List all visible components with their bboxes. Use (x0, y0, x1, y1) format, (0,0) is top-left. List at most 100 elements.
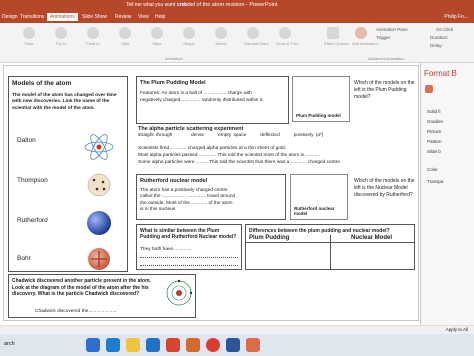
window-title: model of the atom revision - PowerPoint (180, 2, 278, 8)
answer-line[interactable] (140, 265, 238, 266)
answer-line[interactable] (140, 257, 238, 258)
rutherford-heading: Rutherford nuclear model (140, 178, 208, 184)
wipe-icon (151, 27, 163, 39)
float-in-icon (87, 27, 99, 39)
animation-split[interactable]: Split (116, 27, 134, 46)
scientist-rutherford: Rutherford (17, 217, 48, 224)
models-intro: The model of the atom has changed over t… (12, 93, 117, 111)
atom-models-images (84, 134, 114, 270)
plum-heading: The Plum Pudding Model (140, 80, 206, 86)
office-icon[interactable] (166, 338, 180, 352)
tab-animations[interactable]: Animations (47, 13, 78, 21)
tab-help[interactable]: Help (155, 14, 165, 20)
solid-sphere-icon (87, 211, 111, 235)
animation-pane-button[interactable]: Animation Pane (376, 27, 408, 32)
tab-design[interactable]: Design (2, 14, 18, 20)
plum-pudding-icon (87, 173, 111, 197)
powerpoint-icon[interactable] (186, 338, 200, 352)
taskbar-search[interactable]: arch (4, 341, 15, 347)
animation-group-label: Animation (165, 56, 183, 61)
animation-float-in[interactable]: Float In (84, 27, 102, 46)
split-icon (119, 27, 131, 39)
task-view-icon[interactable] (86, 338, 100, 352)
models-box[interactable]: Models of the atom The model of the atom… (8, 76, 128, 272)
wheel-icon (215, 27, 227, 39)
bohr-model-icon (88, 248, 110, 270)
animation-random-bars[interactable]: Random Bars (244, 27, 268, 46)
plum-pudding-box[interactable]: The Plum Pudding Model Features: An atom… (136, 76, 289, 124)
status-bar: Apply to All (0, 325, 474, 334)
paint-bucket-icon[interactable] (425, 85, 433, 93)
chrome-icon[interactable] (206, 338, 220, 352)
plum-line-1: Features: An atom is a ball of .........… (140, 91, 252, 96)
trigger-button[interactable]: Trigger (376, 35, 390, 40)
animation-wipe[interactable]: Wipe (148, 27, 166, 46)
format-background-pane[interactable]: Format B Solid fi Gradien Picture Patter… (420, 63, 474, 325)
chadwick-box[interactable]: Chadwick discovered another particle pre… (8, 274, 196, 318)
tell-me-search[interactable]: Tell me what you want to do (126, 2, 188, 8)
effect-options-button[interactable]: Effect Options (324, 27, 349, 46)
similar-box[interactable]: What is similar between the Plum Pudding… (136, 224, 242, 270)
store-icon[interactable] (146, 338, 160, 352)
scientist-bohr: Bohr (17, 255, 31, 262)
option-solid-fill[interactable]: Solid fi (427, 109, 441, 114)
models-heading: Models of the atom (12, 80, 72, 87)
animation-wheel[interactable]: Wheel (212, 27, 230, 46)
animation-shape[interactable]: Shape (180, 27, 198, 46)
scientist-dalton: Dalton (17, 137, 36, 144)
alpha-line-2: Most alpha particles passed ............… (138, 153, 321, 158)
plum-caption: Plum Pudding model (296, 113, 341, 118)
rutherford-box[interactable]: Rutherford nuclear model The atom has a … (136, 174, 286, 220)
plum-line-2: negatively charged .............. random… (140, 98, 264, 103)
ribbon-tabs: Design Transitions Animations Slide Show… (0, 12, 474, 23)
tab-review[interactable]: Review (115, 14, 131, 20)
word-icon[interactable] (226, 338, 240, 352)
table-divider (330, 235, 331, 269)
animation-fade[interactable]: Fade (20, 27, 38, 46)
color-label: Color (427, 167, 438, 172)
alpha-section: The alpha particle scattering experiment… (136, 126, 416, 172)
rutherford-caption: Rutherford nuclear model (294, 206, 335, 216)
similar-answer: They both have.............. (140, 247, 192, 252)
chadwick-atom-icon (166, 279, 193, 306)
apply-to-all-button[interactable]: Apply to All (446, 327, 468, 332)
differences-heading: Differences between the plum pudding and… (249, 228, 390, 234)
diff-col-nuclear: Nuclear Model (351, 235, 393, 241)
add-animation-icon (355, 27, 367, 39)
alpha-line-1: Scientists fired ............ charged al… (138, 146, 286, 151)
fly-in-icon (55, 27, 67, 39)
pane-title: Format B (424, 69, 457, 78)
tab-transitions[interactable]: Transitions (20, 14, 44, 20)
file-explorer-icon[interactable] (126, 338, 140, 352)
duration-label: Duration: (430, 35, 449, 40)
alpha-heading: The alpha particle scattering experiment (138, 126, 244, 132)
plum-image-box[interactable]: Plum Pudding model (292, 76, 350, 122)
user-name[interactable]: Philip Fo... (444, 14, 468, 20)
option-slide-background[interactable]: Slide b (427, 149, 441, 154)
effect-options-icon (327, 27, 339, 39)
rutherford-text: The atom has a positively charged centre… (140, 188, 236, 213)
animation-grow-turn[interactable]: Grow & Turn (276, 27, 298, 46)
differences-box[interactable]: Differences between the plum pudding and… (245, 224, 415, 270)
add-animation-button[interactable]: Add Animation (352, 27, 378, 46)
advanced-group-label: Advanced Animation (368, 56, 405, 61)
chadwick-answer: Chadwick discovered the.................… (35, 309, 117, 314)
tab-view[interactable]: View (138, 14, 149, 20)
random-bars-icon (247, 27, 259, 39)
fade-icon (23, 27, 35, 39)
onenote-icon[interactable] (246, 338, 260, 352)
slide-canvas[interactable]: Models of the atom The model of the atom… (3, 65, 419, 321)
animation-fly-in[interactable]: Fly In (52, 27, 70, 46)
tab-slide-show[interactable]: Slide Show (82, 14, 107, 20)
option-pattern-fill[interactable]: Pattern (427, 139, 442, 144)
diff-col-plum: Plum Pudding (249, 235, 290, 241)
option-gradient-fill[interactable]: Gradien (427, 119, 443, 124)
taskbar: arch (0, 334, 474, 356)
orbit-atom-icon (84, 134, 114, 160)
shape-icon (183, 27, 195, 39)
on-click-select[interactable]: On Click (436, 27, 453, 32)
rutherford-image-box[interactable]: Rutherford nuclear model (290, 174, 348, 220)
grow-turn-icon (279, 27, 291, 39)
edge-icon[interactable] (106, 338, 120, 352)
option-picture-fill[interactable]: Picture (427, 129, 441, 134)
